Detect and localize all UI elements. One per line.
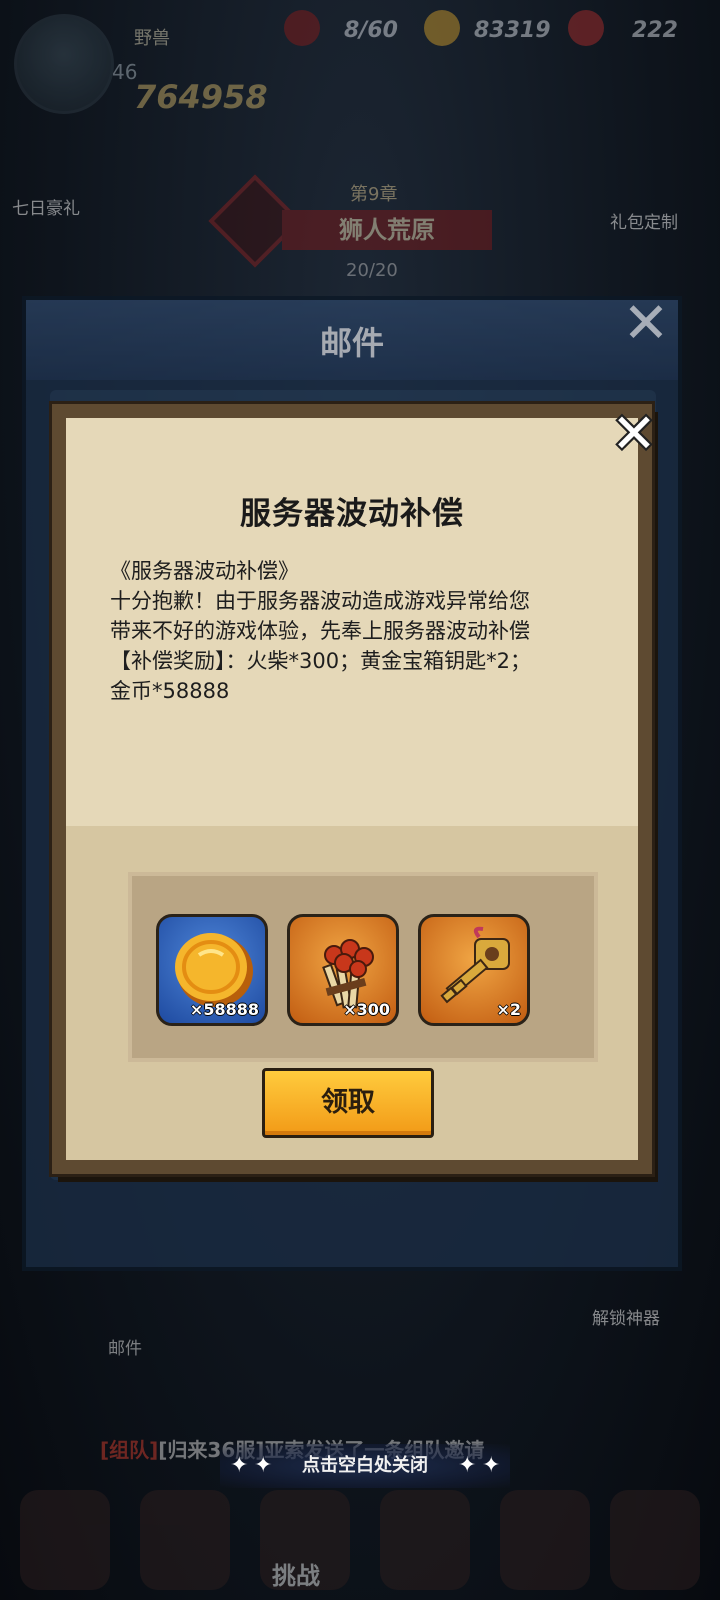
bottom-nav: [0, 1490, 720, 1600]
stamina-icon[interactable]: [284, 10, 320, 46]
challenge-label[interactable]: 挑战: [272, 1556, 320, 1591]
dialog-body: 《服务器波动补偿》 十分抱歉！由于服务器波动造成游戏异常给您 带来不好的游戏体验…: [110, 556, 630, 706]
body-line: 带来不好的游戏体验，先奉上服务器波动补偿: [110, 619, 530, 643]
close-hint-text: 点击空白处关闭: [302, 1455, 428, 1476]
reward-panel: ×58888 ×300 ×2: [128, 872, 598, 1062]
body-line: 《服务器波动补偿》: [110, 559, 299, 583]
close-icon[interactable]: ✕: [608, 407, 660, 461]
sparkle-icon: ✦: [230, 1453, 249, 1478]
dialog-paper: 服务器波动补偿 《服务器波动补偿》 十分抱歉！由于服务器波动造成游戏异常给您 带…: [66, 418, 638, 1160]
nav-slot-4[interactable]: [380, 1490, 470, 1590]
reward-count: ×300: [343, 1000, 390, 1019]
gem-icon[interactable]: [568, 10, 604, 46]
mail-shortcut-label[interactable]: 邮件: [108, 1334, 142, 1359]
chapter-number: 第9章: [350, 184, 398, 205]
nav-slot-1[interactable]: [20, 1490, 110, 1590]
dialog-content-area: 服务器波动补偿 《服务器波动补偿》 十分抱歉！由于服务器波动造成游戏异常给您 带…: [66, 418, 638, 826]
chapter-name: 狮人荒原: [282, 210, 492, 250]
reward-count: ×58888: [189, 1000, 259, 1019]
chapter-banner: 第9章 狮人荒原 20/20: [0, 160, 720, 300]
player-name: 野兽: [134, 28, 170, 49]
reward-count: ×2: [496, 1000, 521, 1019]
gold-value: 83319: [474, 18, 551, 43]
sparkle-icon: ✦: [482, 1453, 501, 1478]
chapter-progress: 20/20: [346, 260, 398, 281]
bottom-bar: 邮件 [组队][归来36服]亚索发送了一条组队邀请 挑战: [0, 1280, 720, 1600]
mail-title: 邮件: [319, 324, 384, 362]
mail-detail-dialog: 服务器波动补偿 《服务器波动补偿》 十分抱歉！由于服务器波动造成游戏异常给您 带…: [52, 404, 652, 1174]
reward-item[interactable]: ×58888: [156, 914, 268, 1026]
reward-item[interactable]: ×300: [287, 914, 399, 1026]
top-hud: 野兽 46 764958 8/60 83319 222: [0, 0, 720, 130]
body-line: 金币*58888: [110, 679, 230, 703]
gold-icon[interactable]: [424, 10, 460, 46]
player-avatar[interactable]: [14, 14, 114, 114]
dialog-title: 服务器波动补偿: [240, 496, 464, 532]
sparkle-icon: ✦: [254, 1453, 273, 1478]
mail-header: 邮件: [26, 300, 678, 380]
chat-tag: [组队]: [100, 1438, 159, 1462]
gem-value: 222: [632, 18, 678, 43]
sparkle-icon: ✦: [458, 1453, 477, 1478]
stamina-value: 8/60: [344, 18, 398, 43]
mail-close-icon[interactable]: ✕: [618, 296, 674, 352]
nav-slot-2[interactable]: [140, 1490, 230, 1590]
close-hint: ✦ ✦ 点击空白处关闭 ✦ ✦: [220, 1444, 510, 1488]
body-line: 十分抱歉！由于服务器波动造成游戏异常给您: [110, 589, 530, 613]
nav-slot-5[interactable]: [500, 1490, 590, 1590]
body-line: 【补偿奖励】：火柴*300；黄金宝箱钥匙*2；: [110, 649, 531, 673]
claim-button[interactable]: 领取: [262, 1068, 434, 1138]
combat-power: 764958: [134, 78, 268, 116]
nav-slot-6[interactable]: [610, 1490, 700, 1590]
reward-item[interactable]: ×2: [418, 914, 530, 1026]
